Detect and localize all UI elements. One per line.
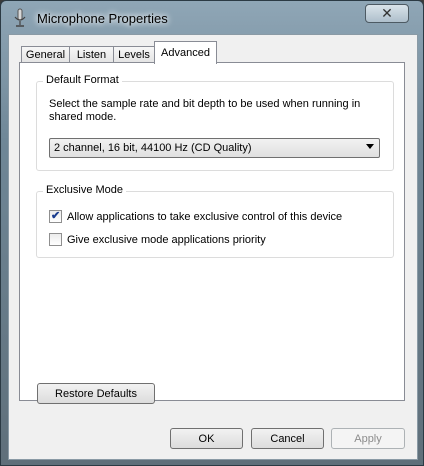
exclusive-mode-label: Exclusive Mode [43,184,127,196]
close-button[interactable]: ✕ [365,4,409,23]
sample-rate-value: 2 channel, 16 bit, 44100 Hz (CD Quality) [54,142,252,154]
close-icon: ✕ [381,5,393,21]
tab-listen[interactable]: Listen [69,46,114,63]
tab-advanced[interactable]: Advanced [154,41,217,64]
dialog-client-area: General Listen Levels Advanced Default F… [8,34,418,460]
default-format-group: Default Format Select the sample rate an… [36,74,394,171]
allow-exclusive-control-option[interactable]: ✔ Allow applications to take exclusive c… [49,210,342,223]
microphone-icon [11,8,29,28]
exclusive-mode-group: Exclusive Mode ✔ Allow applications to t… [36,184,394,258]
ok-button[interactable]: OK [170,428,243,449]
allow-exclusive-control-label: Allow applications to take exclusive con… [67,210,343,223]
tab-general[interactable]: General [21,46,70,63]
advanced-panel: Default Format Select the sample rate an… [19,62,405,404]
window-title: Microphone Properties [37,11,168,26]
chevron-down-icon [366,144,374,149]
exclusive-priority-option[interactable]: Give exclusive mode applications priorit… [49,233,266,246]
tab-levels[interactable]: Levels [113,46,155,63]
allow-exclusive-control-checkbox[interactable]: ✔ [49,210,62,223]
exclusive-priority-label: Give exclusive mode applications priorit… [67,233,266,246]
title-bar[interactable]: Microphone Properties ✕ [1,1,423,35]
exclusive-priority-checkbox[interactable] [49,233,62,246]
default-format-label: Default Format [43,74,122,86]
apply-button[interactable]: Apply [331,428,405,449]
sample-rate-dropdown[interactable]: 2 channel, 16 bit, 44100 Hz (CD Quality) [49,138,380,158]
properties-window: Microphone Properties ✕ General Listen L… [0,0,424,466]
default-format-description: Select the sample rate and bit depth to … [49,98,361,123]
cancel-button[interactable]: Cancel [251,428,324,449]
restore-defaults-button[interactable]: Restore Defaults [37,383,155,404]
checkmark-icon: ✔ [51,210,61,222]
